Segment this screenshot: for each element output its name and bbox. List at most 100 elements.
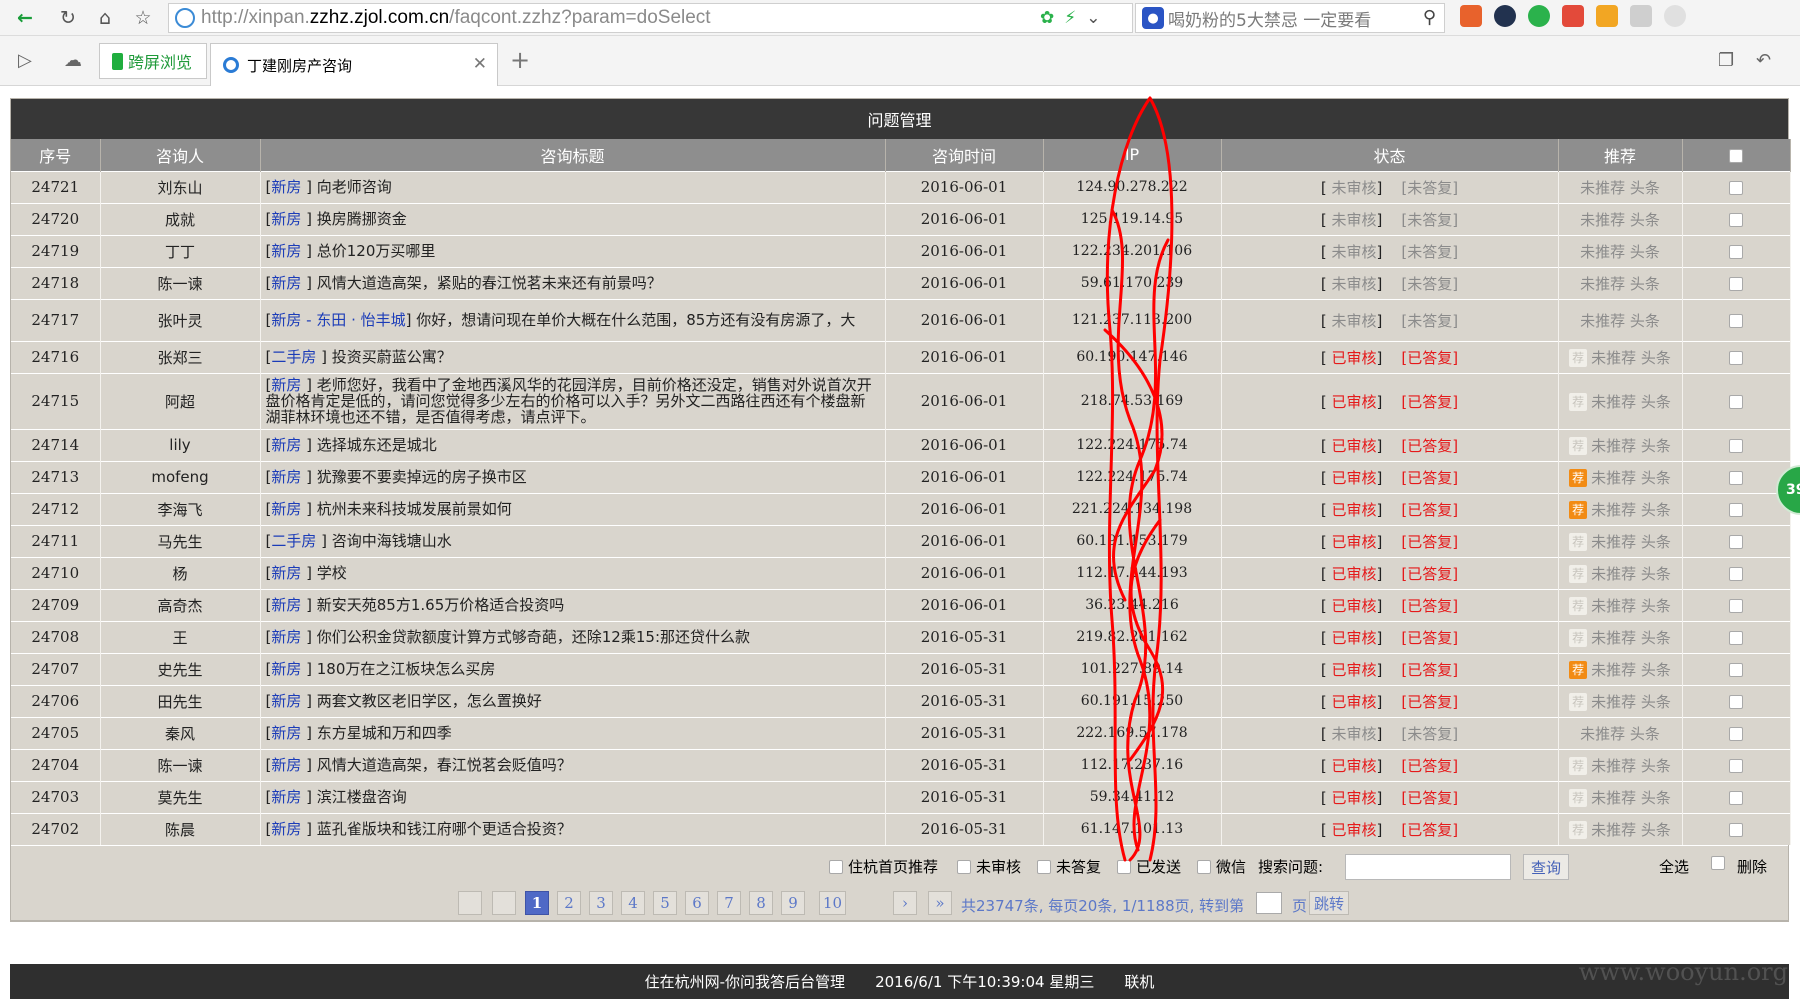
recommend-link[interactable]: 未推荐 [1580, 725, 1625, 743]
question-title[interactable]: ] 学校 [301, 564, 347, 582]
filter-unreviewed[interactable]: 未审核 [957, 856, 1021, 877]
speed-mode-icon[interactable]: ⚡ [1064, 8, 1076, 28]
recommend-badge-icon[interactable]: 荐 [1569, 501, 1588, 519]
row-checkbox[interactable] [1729, 394, 1743, 409]
tab-active[interactable]: 丁建刚房产咨询 ✕ [210, 43, 498, 86]
headline-link[interactable]: 头条 [1641, 437, 1671, 455]
chevron-down-icon[interactable]: ⌄ [1086, 8, 1100, 28]
recommend-badge-icon[interactable]: 荐 [1569, 349, 1588, 367]
pdf-icon[interactable] [1562, 5, 1584, 27]
col-header-id[interactable]: 序号 [11, 139, 101, 171]
review-status-link[interactable]: 未审核 [1331, 312, 1376, 330]
recommend-link[interactable]: 未推荐 [1591, 789, 1636, 807]
row-checkbox[interactable] [1729, 350, 1743, 365]
answer-status-link[interactable]: [未答复] [1401, 312, 1458, 330]
col-header-ip[interactable]: IP [1043, 139, 1222, 171]
recommend-badge-icon[interactable]: 荐 [1569, 437, 1588, 455]
headline-link[interactable]: 头条 [1630, 179, 1660, 197]
headline-link[interactable]: 头条 [1641, 469, 1671, 487]
row-checkbox[interactable] [1729, 790, 1743, 805]
row-checkbox[interactable] [1729, 822, 1743, 837]
review-status-link[interactable]: 未审核 [1331, 179, 1376, 197]
category-link[interactable]: 新房 [271, 660, 301, 678]
page-number-button[interactable]: 4 [621, 891, 645, 915]
cell-title[interactable]: [新房 ] 风情大道造高架，春江悦茗会贬值吗？ [260, 748, 886, 781]
sidebar-toggle-icon[interactable]: ▷ [18, 50, 32, 71]
recommend-link[interactable]: 未推荐 [1591, 533, 1636, 551]
question-title[interactable]: ] 换房腾挪资金 [301, 210, 407, 228]
question-title[interactable]: ] 你好，想请问现在单价大概在什么范围，85方还有没有房源了，大 [406, 311, 856, 329]
page-number-button[interactable]: 3 [589, 891, 613, 915]
prev-page-button[interactable] [492, 891, 516, 915]
row-checkbox[interactable] [1729, 502, 1743, 517]
page-number-button[interactable]: 9 [781, 891, 805, 915]
search-question-input[interactable] [1345, 854, 1511, 880]
cell-title[interactable]: [新房 ] 选择城东还是城北 [260, 428, 886, 461]
row-checkbox[interactable] [1729, 313, 1743, 328]
row-checkbox[interactable] [1729, 212, 1743, 227]
home-icon[interactable]: ⌂ [92, 5, 118, 31]
category-link[interactable]: 新房 [271, 756, 301, 774]
recommend-link[interactable]: 未推荐 [1580, 312, 1625, 330]
headline-link[interactable]: 头条 [1641, 821, 1671, 839]
cell-title[interactable]: [新房 ] 向老师咨询 [260, 170, 886, 203]
cell-title[interactable]: [新房 ] 学校 [260, 556, 886, 589]
question-title[interactable]: ] 180万在之江板块怎么买房 [301, 660, 495, 678]
cell-title[interactable]: [新房 ] 新安天苑85方1.65万价格适合投资吗 [260, 588, 886, 621]
row-checkbox[interactable] [1729, 566, 1743, 581]
question-title[interactable]: ] 蓝孔雀版块和钱江府哪个更适合投资？ [301, 820, 572, 838]
checkbox[interactable] [1037, 859, 1051, 874]
headline-link[interactable]: 头条 [1641, 565, 1671, 583]
recommend-link[interactable]: 未推荐 [1591, 757, 1636, 775]
question-title[interactable]: ] 投资买蔚蓝公寓？ [316, 348, 452, 366]
headline-link[interactable]: 头条 [1641, 629, 1671, 647]
recommend-badge-icon[interactable]: 荐 [1569, 533, 1588, 551]
recommend-badge-icon[interactable]: 荐 [1569, 629, 1588, 647]
shield-icon[interactable] [1494, 5, 1516, 27]
cell-title[interactable]: [新房 ] 风情大道造高架，紧贴的春江悦茗未来还有前景吗？ [260, 266, 886, 299]
security-icon[interactable] [1528, 5, 1550, 27]
row-checkbox[interactable] [1729, 438, 1743, 453]
goto-page-button[interactable]: 跳转 [1309, 891, 1350, 915]
recommend-badge-icon[interactable]: 荐 [1569, 693, 1588, 711]
review-status-link[interactable]: 已审核 [1331, 437, 1376, 455]
headline-link[interactable]: 头条 [1641, 533, 1671, 551]
answer-status-link[interactable]: [已答复] [1401, 469, 1458, 487]
category-link[interactable]: 新房 [271, 724, 301, 742]
folder-icon[interactable] [1596, 5, 1618, 27]
cell-title[interactable]: [新房 ] 犹豫要不要卖掉远的房子换市区 [260, 460, 886, 493]
select-all-bottom-checkbox[interactable] [1711, 856, 1725, 870]
question-title[interactable]: ] 选择城东还是城北 [301, 436, 437, 454]
page-number-button[interactable]: 7 [717, 891, 741, 915]
question-title[interactable]: ] 东方星城和万和四季 [301, 724, 452, 742]
row-checkbox[interactable] [1729, 244, 1743, 259]
headline-link[interactable]: 头条 [1630, 275, 1660, 293]
cloud-icon[interactable]: ☁ [64, 50, 82, 71]
recommend-link[interactable]: 未推荐 [1580, 179, 1625, 197]
category-link[interactable]: 新房 [271, 564, 301, 582]
recommend-link[interactable]: 未推荐 [1591, 821, 1636, 839]
answer-status-link[interactable]: [未答复] [1401, 211, 1458, 229]
filter-sent[interactable]: 已发送 [1117, 856, 1181, 877]
recommend-link[interactable]: 未推荐 [1591, 597, 1636, 615]
recommend-link[interactable]: 未推荐 [1580, 275, 1625, 293]
cell-title[interactable]: [新房 ] 总价120万买哪里 [260, 234, 886, 267]
last-page-button[interactable]: » [928, 891, 952, 915]
next-page-button[interactable]: › [893, 891, 917, 915]
row-checkbox[interactable] [1729, 180, 1743, 195]
row-checkbox[interactable] [1729, 534, 1743, 549]
recommend-badge-icon[interactable]: 荐 [1569, 661, 1588, 679]
category-link[interactable]: 新房 [271, 178, 301, 196]
checkbox[interactable] [1117, 859, 1131, 874]
cell-title[interactable]: [新房 ] 蓝孔雀版块和钱江府哪个更适合投资？ [260, 812, 886, 845]
category-link[interactable]: 新房 [271, 788, 301, 806]
headline-link[interactable]: 头条 [1641, 661, 1671, 679]
headline-link[interactable]: 头条 [1641, 393, 1671, 411]
question-title[interactable]: ] 老师您好，我看中了金地西溪风华的花园洋房，目前价格还没定，销售对外说首次开盘… [266, 376, 872, 426]
answer-status-link[interactable]: [已答复] [1401, 565, 1458, 583]
headline-link[interactable]: 头条 [1641, 501, 1671, 519]
review-status-link[interactable]: 已审核 [1331, 533, 1376, 551]
category-link[interactable]: 新房 [271, 274, 301, 292]
question-title[interactable]: ] 新安天苑85方1.65万价格适合投资吗 [301, 596, 564, 614]
recommend-badge-icon[interactable]: 荐 [1569, 393, 1588, 411]
